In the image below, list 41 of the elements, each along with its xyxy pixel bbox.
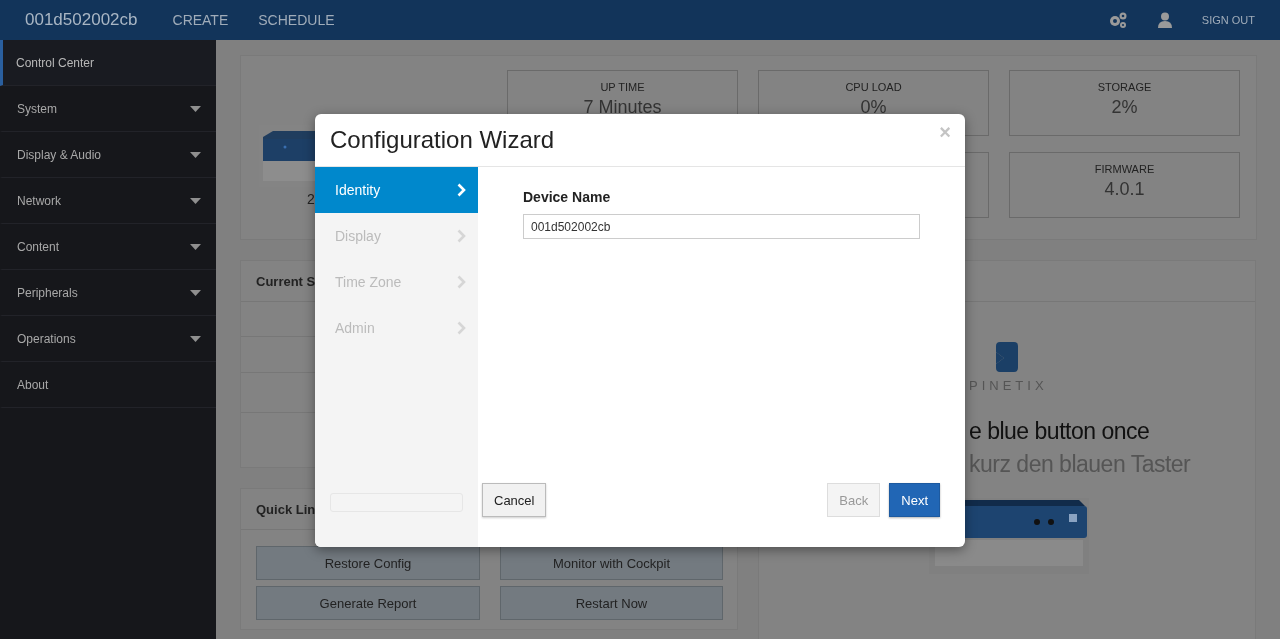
- chevron-icon: [457, 229, 466, 243]
- stat-label: STORAGE: [1097, 81, 1152, 93]
- stat-value: 0%: [860, 97, 887, 118]
- quick-link-button[interactable]: Restart Now: [500, 586, 723, 620]
- sidebar-item[interactable]: Peripherals: [0, 270, 216, 316]
- sign-out-link[interactable]: SIGN OUT: [1201, 14, 1255, 26]
- sidebar-item[interactable]: System: [0, 86, 216, 132]
- sidebar-item[interactable]: About: [0, 362, 216, 408]
- user-icon[interactable]: [1157, 12, 1172, 28]
- sidebar-item[interactable]: Display & Audio: [0, 132, 216, 178]
- stat-value: 4.0.1: [1104, 179, 1145, 200]
- dialog-title: Configuration Wizard: [330, 126, 555, 154]
- quick-link-button[interactable]: Generate Report: [256, 586, 480, 620]
- stat-label: UP TIME: [600, 81, 645, 93]
- stat-label: CPU LOAD: [845, 81, 902, 93]
- logo-icon: [996, 342, 1018, 372]
- sidebar-item[interactable]: Control Center: [0, 40, 216, 86]
- stat-value: 2%: [1111, 97, 1138, 118]
- chevron-icon: [457, 275, 466, 289]
- sidebar-item[interactable]: Content: [0, 224, 216, 270]
- panel-title: Quick Lin: [256, 501, 316, 517]
- stat-value: 7 Minutes: [583, 97, 662, 118]
- gears-icon[interactable]: [1107, 11, 1128, 29]
- nav-link[interactable]: CREATE: [172, 12, 229, 28]
- quick-link-button[interactable]: Monitor with Cockpit: [500, 546, 723, 580]
- chevron-icon: [457, 321, 466, 335]
- device-name[interactable]: 001d502002cb: [25, 10, 138, 30]
- panel-title: Current S: [256, 273, 316, 289]
- device-caption: 2: [307, 191, 315, 207]
- quick-link-button[interactable]: Restore Config: [256, 546, 480, 580]
- stat-label: FIRMWARE: [1094, 163, 1155, 175]
- chevron-icon: [457, 183, 466, 197]
- cancel-button[interactable]: Cancel: [482, 483, 547, 517]
- sidebar-item[interactable]: Network: [0, 178, 216, 224]
- wizard-step[interactable]: Identity: [315, 167, 478, 213]
- sidebar-item[interactable]: Operations: [0, 316, 216, 362]
- instruction-text: e blue button once: [969, 418, 1151, 445]
- nav-link[interactable]: SCHEDULE: [258, 12, 335, 28]
- field-label: Device Name: [523, 189, 612, 205]
- device-name-field[interactable]: 001d502002cb: [523, 214, 920, 239]
- next-button[interactable]: Next: [889, 483, 940, 517]
